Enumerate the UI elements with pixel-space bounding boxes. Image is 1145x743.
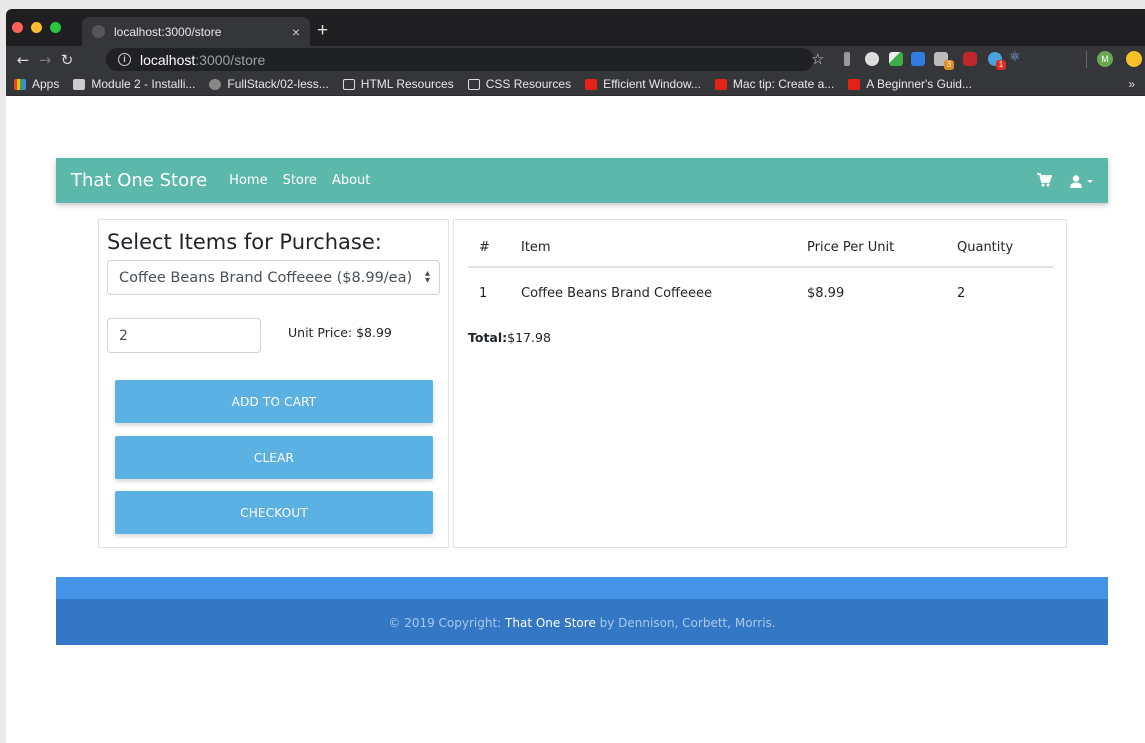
quantity-input[interactable]: 2 <box>107 318 261 353</box>
youtube-icon <box>585 78 598 90</box>
column-header: # <box>479 239 490 255</box>
user-menu-dropdown[interactable] <box>1070 175 1094 188</box>
table-header-row: # Item Price Per Unit Quantity <box>468 228 1053 268</box>
extension-icon[interactable] <box>865 52 879 66</box>
url-path: :3000/store <box>195 51 266 68</box>
maximize-window-button[interactable] <box>50 22 61 33</box>
caret-down-icon <box>1087 179 1093 183</box>
bookmark-label: Apps <box>32 77 60 91</box>
site-navbar: That One Store Home Store About <box>56 158 1108 203</box>
url-host: localhost <box>140 51 196 68</box>
profile-avatar[interactable]: M <box>1097 51 1113 67</box>
bookmark-label: Mac tip: Create a... <box>732 77 835 91</box>
purchase-panel: Select Items for Purchase: Coffee Beans … <box>98 219 449 548</box>
back-arrow-icon[interactable]: ← <box>12 51 34 69</box>
footer-copyright: © 2019 Copyright: That One Store by Denn… <box>56 616 1108 630</box>
bookmark-star-icon[interactable]: ☆ <box>811 50 824 68</box>
browser-tab[interactable]: localhost:3000/store × <box>82 17 310 46</box>
bookmark-item[interactable]: FullStack/02-less... <box>209 77 329 91</box>
react-devtools-icon[interactable]: ⚛ <box>1009 50 1025 65</box>
close-window-button[interactable] <box>12 22 23 33</box>
extension-icon[interactable] <box>1126 51 1142 67</box>
document-icon <box>73 78 86 90</box>
nav-link-about[interactable]: About <box>332 173 370 188</box>
footer-brand-link[interactable]: That One Store <box>505 616 596 630</box>
youtube-icon <box>714 78 727 90</box>
column-header: Price Per Unit <box>807 239 895 255</box>
extension-badge: 1 <box>996 60 1006 70</box>
bookmark-label: FullStack/02-less... <box>227 77 329 91</box>
address-bar[interactable]: i localhost:3000/store <box>106 48 814 71</box>
globe-icon <box>92 25 105 38</box>
extension-icon[interactable] <box>911 52 925 66</box>
clear-button[interactable]: CLEAR <box>115 436 433 479</box>
footer-band <box>56 577 1108 599</box>
bookmark-label: Efficient Window... <box>603 77 701 91</box>
apps-grid-icon <box>14 78 26 90</box>
table-row: 1 Coffee Beans Brand Coffeeee $8.99 2 <box>468 268 1053 318</box>
bookmark-label: A Beginner's Guid... <box>866 77 972 91</box>
row-number: 1 <box>479 285 488 301</box>
reload-icon[interactable]: ↻ <box>56 51 78 69</box>
bookmark-label: CSS Resources <box>485 77 572 91</box>
extension-icon[interactable] <box>844 52 850 66</box>
folder-icon <box>467 78 480 90</box>
new-tab-button[interactable]: + <box>317 20 328 42</box>
extension-icon[interactable] <box>889 52 903 66</box>
checkout-button[interactable]: CHECKOUT <box>115 491 433 534</box>
row-price: $8.99 <box>807 285 845 301</box>
column-header: Quantity <box>957 239 1014 255</box>
copyright-prefix: © 2019 Copyright: <box>388 616 506 630</box>
total-label: Total: <box>468 330 508 345</box>
user-icon <box>1070 175 1082 188</box>
nav-link-home[interactable]: Home <box>229 173 267 188</box>
browser-toolbar: ← → ↻ i localhost:3000/store ☆ 3 1 ⚛ M <box>6 46 1145 73</box>
minimize-window-button[interactable] <box>31 22 42 33</box>
bookmark-item[interactable]: A Beginner's Guid... <box>848 77 972 91</box>
bookmark-item[interactable]: Module 2 - Installi... <box>73 77 195 91</box>
product-select[interactable]: Coffee Beans Brand Coffeeee ($8.99/ea) ▴… <box>107 260 440 295</box>
unit-price-label: Unit Price: $8.99 <box>288 325 392 340</box>
bookmarks-bar: Apps Module 2 - Installi... FullStack/02… <box>6 73 1145 96</box>
github-icon <box>209 78 222 90</box>
navbar-brand[interactable]: That One Store <box>71 170 207 191</box>
row-item: Coffee Beans Brand Coffeeee <box>521 285 712 301</box>
select-arrows-icon: ▴ ▾ <box>424 268 430 286</box>
extension-badge: 3 <box>944 60 954 70</box>
selected-product: Coffee Beans Brand Coffeeee ($8.99/ea) <box>119 269 413 286</box>
cart-total: Total:$17.98 <box>468 330 551 345</box>
page-viewport: That One Store Home Store About Select I… <box>6 96 1145 743</box>
info-icon[interactable]: i <box>118 53 131 66</box>
forward-arrow-icon[interactable]: → <box>34 51 56 69</box>
bookmark-item[interactable]: Mac tip: Create a... <box>714 77 835 91</box>
browser-window: localhost:3000/store × + ← → ↻ i localho… <box>6 9 1145 743</box>
total-value: $17.98 <box>507 330 551 345</box>
site-footer: © 2019 Copyright: That One Store by Denn… <box>56 577 1108 645</box>
tab-close-icon[interactable]: × <box>292 24 300 40</box>
folder-icon <box>342 78 355 90</box>
purchase-title: Select Items for Purchase: <box>107 230 382 254</box>
bookmarks-overflow-button[interactable]: » <box>1128 77 1135 91</box>
bookmark-folder[interactable]: HTML Resources <box>342 77 454 91</box>
bookmark-apps[interactable]: Apps <box>14 77 59 91</box>
row-quantity: 2 <box>957 285 966 301</box>
copyright-suffix: by Dennison, Corbett, Morris. <box>595 616 776 630</box>
bookmark-item[interactable]: Efficient Window... <box>585 77 701 91</box>
navbar-actions <box>1037 172 1094 191</box>
cart-panel: # Item Price Per Unit Quantity 1 Coffee … <box>453 219 1067 548</box>
shopping-cart-icon[interactable] <box>1037 172 1053 191</box>
tab-title: localhost:3000/store <box>114 24 222 39</box>
tab-strip: localhost:3000/store × + <box>6 9 1145 46</box>
bookmark-label: Module 2 - Installi... <box>91 77 196 91</box>
nav-link-store[interactable]: Store <box>283 173 317 188</box>
bookmark-label: HTML Resources <box>360 77 454 91</box>
add-to-cart-button[interactable]: ADD TO CART <box>115 380 433 423</box>
cart-table: # Item Price Per Unit Quantity 1 Coffee … <box>468 228 1053 318</box>
bookmark-folder[interactable]: CSS Resources <box>467 77 572 91</box>
toolbar-divider <box>1086 51 1087 68</box>
column-header: Item <box>521 239 551 255</box>
ublock-icon[interactable] <box>963 52 977 66</box>
youtube-icon <box>848 78 861 90</box>
